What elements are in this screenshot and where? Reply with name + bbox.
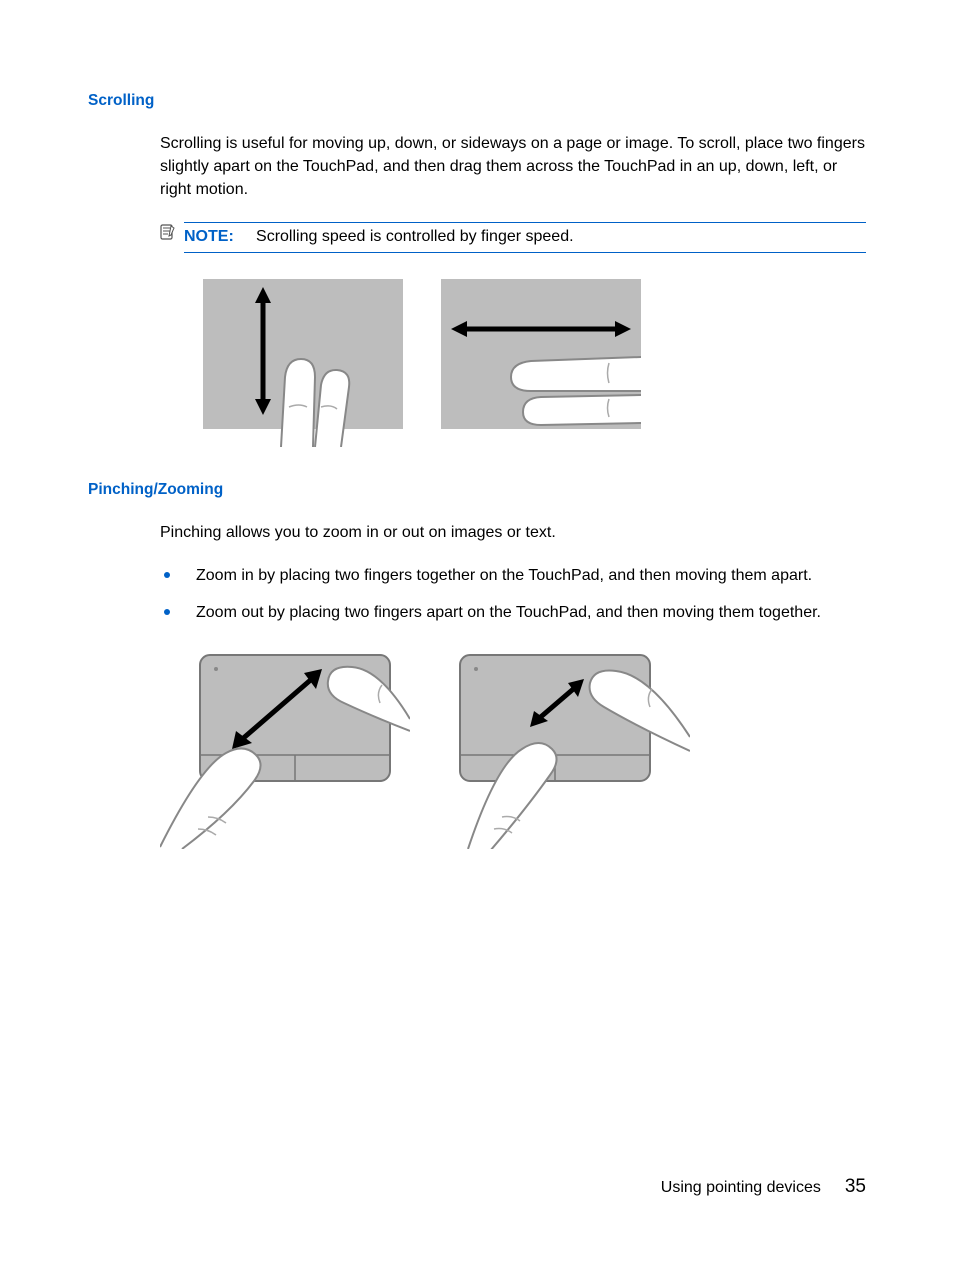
zoom-in-illustration [160, 649, 410, 849]
pinching-paragraph: Pinching allows you to zoom in or out on… [160, 521, 866, 544]
note-text: Scrolling speed is controlled by finger … [256, 228, 574, 245]
scrolling-illustrations [203, 279, 866, 447]
list-item: Zoom out by placing two fingers apart on… [160, 601, 866, 624]
note-block: NOTE: Scrolling speed is controlled by f… [160, 222, 866, 253]
note-label: NOTE: [184, 228, 234, 245]
pinching-illustrations [160, 649, 866, 849]
scrolling-paragraph: Scrolling is useful for moving up, down,… [160, 132, 866, 202]
heading-pinching: Pinching/Zooming [88, 481, 866, 499]
bullet-text: Zoom out by placing two fingers apart on… [196, 601, 821, 624]
bullet-icon [164, 609, 170, 615]
scroll-vertical-illustration [203, 279, 403, 447]
footer-section-title: Using pointing devices [661, 1179, 821, 1197]
list-item: Zoom in by placing two fingers together … [160, 564, 866, 587]
heading-scrolling: Scrolling [88, 92, 866, 110]
zoom-out-illustration [440, 649, 690, 849]
pinching-bullets: Zoom in by placing two fingers together … [160, 564, 866, 624]
note-icon [160, 224, 176, 240]
scroll-horizontal-illustration [441, 279, 641, 447]
bullet-icon [164, 572, 170, 578]
bullet-text: Zoom in by placing two fingers together … [196, 564, 812, 587]
page-number: 35 [845, 1176, 866, 1198]
page-footer: Using pointing devices 35 [661, 1176, 866, 1198]
